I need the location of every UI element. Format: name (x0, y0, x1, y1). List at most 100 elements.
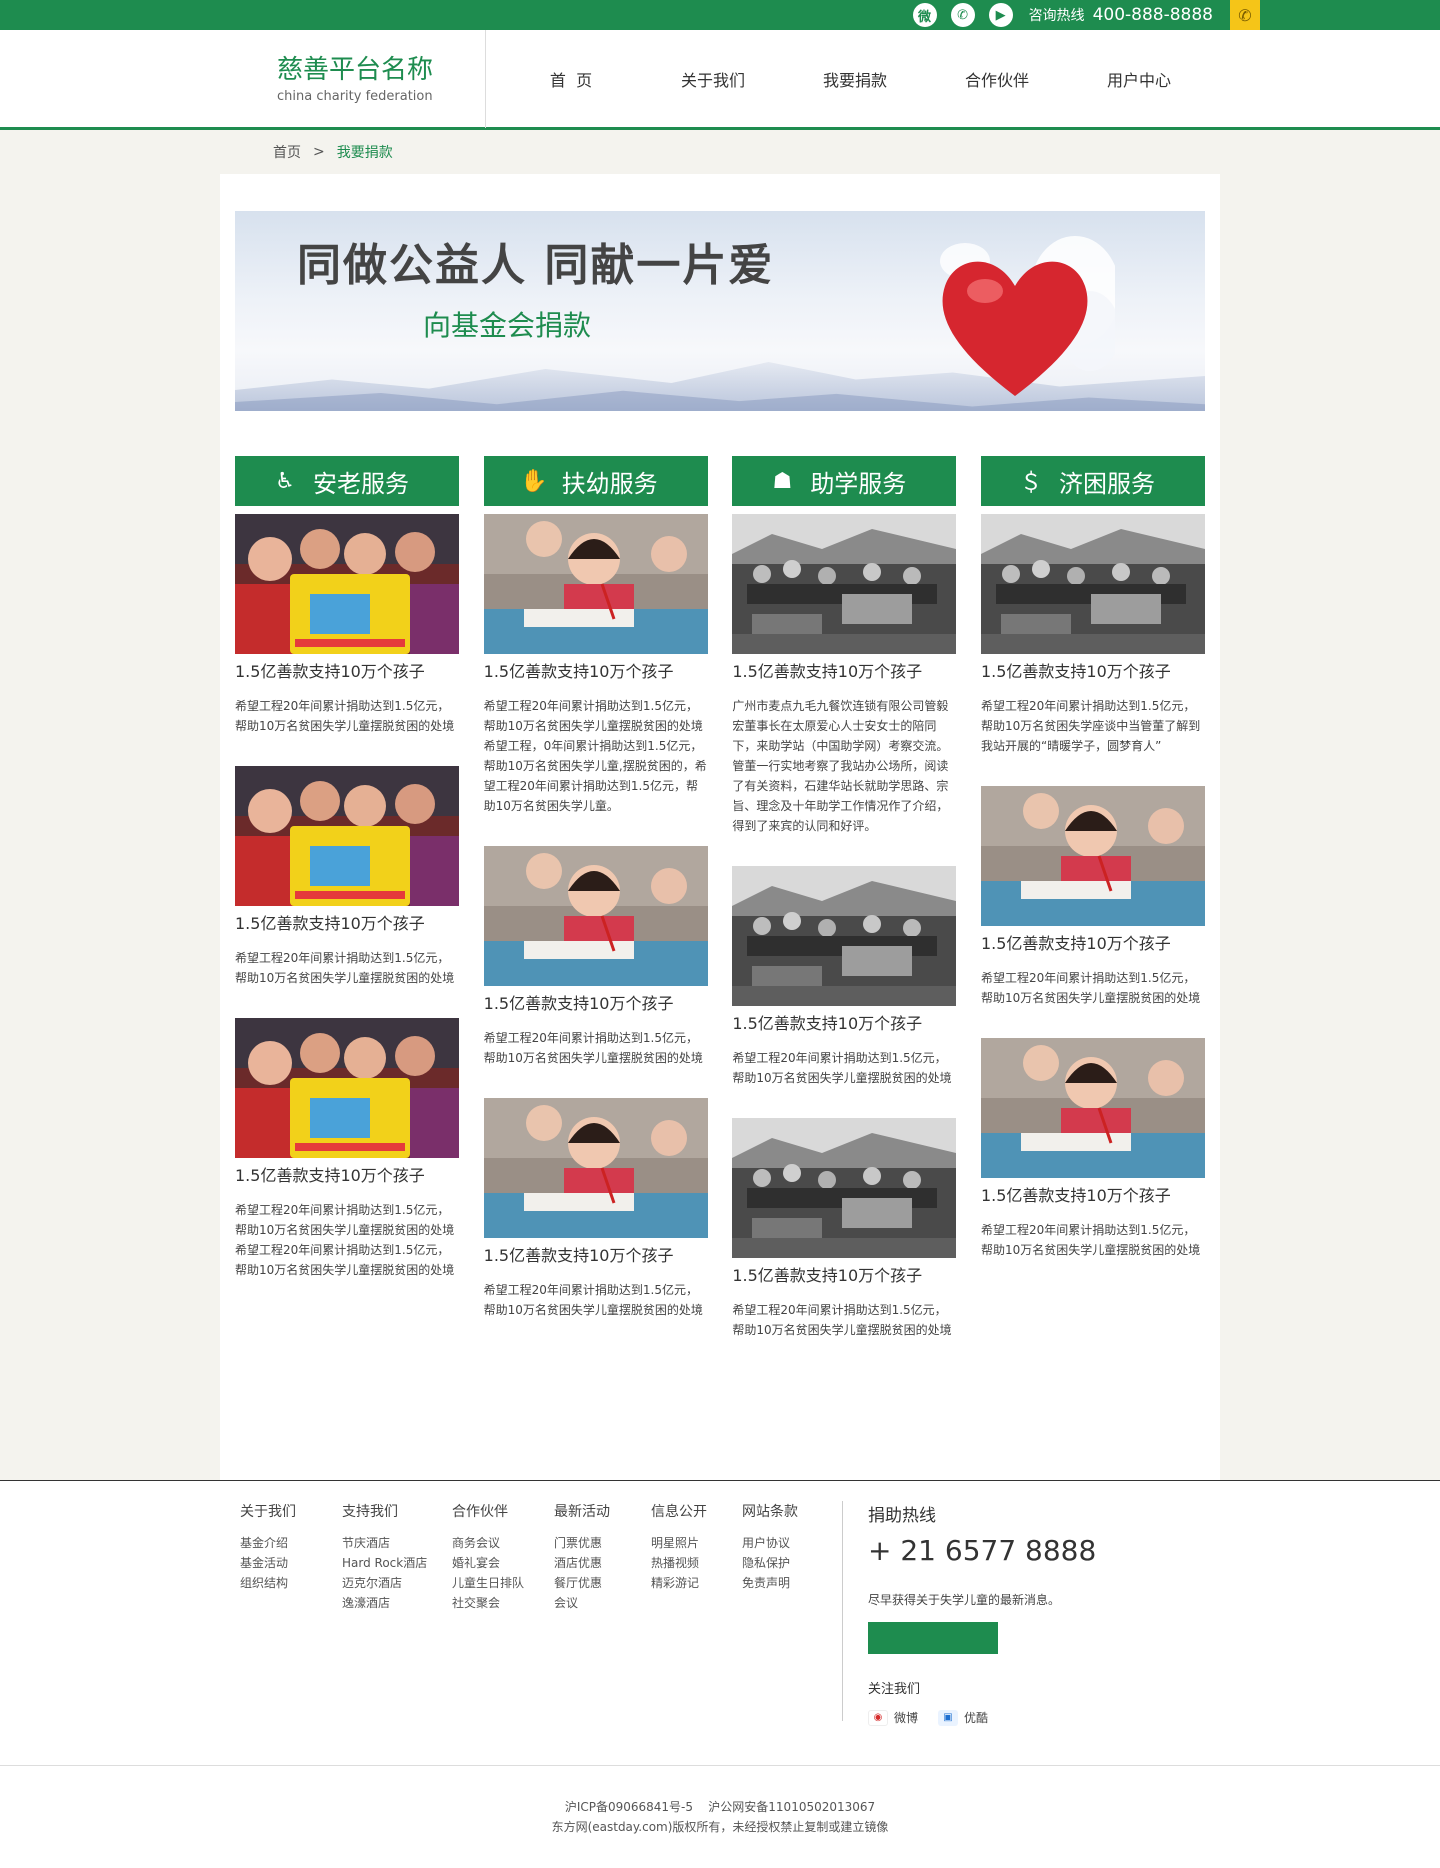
news-photo[interactable] (732, 1118, 957, 1258)
news-title[interactable]: 1.5亿善款支持10万个孩子 (235, 914, 459, 934)
news-description: 希望工程20年间累计捐助达到1.5亿元，帮助10万名贫困失学儿童摆脱贫困的处境 (980, 1223, 1201, 1257)
donation-banner[interactable]: 同做公益人 同献一片爱 向基金会捐款 (235, 211, 1205, 411)
news-photo[interactable] (732, 514, 957, 654)
footer-link[interactable]: 基金活动 (240, 1553, 296, 1573)
nav-about[interactable]: 关于我们 (642, 67, 784, 91)
service-category-header[interactable]: ☗ 助学服务 (732, 456, 957, 506)
footer-link[interactable]: 明星照片 (651, 1533, 707, 1553)
phone-icon[interactable]: ✆ (1230, 0, 1260, 30)
news-title[interactable]: 1.5亿善款支持10万个孩子 (981, 934, 1205, 954)
news-card: 1.5亿善款支持10万个孩子 希望工程20年间累计捐助达到1.5亿元，帮助10万名… (235, 514, 459, 736)
footer-link[interactable]: 隐私保护 (742, 1553, 798, 1573)
service-column: ＄济困服务 1.5亿善款支持10万个孩子 希望工程20年间累计捐助达到1.5亿元，帮… (980, 456, 1205, 1370)
helping-hands-icon: ✋ (519, 468, 548, 494)
footer-column-title: 最新活动 (554, 1504, 610, 1520)
news-photo[interactable] (980, 786, 1205, 926)
student-icon: ☗ (772, 468, 793, 494)
youku-icon: ▣ (938, 1709, 959, 1726)
footer-column-title: 支持我们 (342, 1504, 398, 1520)
news-title[interactable]: 1.5亿善款支持10万个孩子 (732, 662, 956, 682)
copyright-notice: 东方网(eastday.com)版权所有，未经授权禁止复制或建立镜像 (551, 1820, 889, 1834)
footer-link[interactable]: 婚礼宴会 (452, 1553, 524, 1573)
news-card: 1.5亿善款支持10万个孩子希望工程20年间累计捐助达到1.5亿元，帮助10万名… (483, 1098, 708, 1320)
footer-link[interactable]: 餐厅优惠 (554, 1573, 610, 1593)
news-photo[interactable] (483, 1098, 708, 1238)
news-description: 希望工程20年间累计捐助达到1.5亿元，帮助10万名贫困失学儿童摆脱贫困的处境希… (235, 1203, 455, 1277)
footer-link[interactable]: 商务会议 (452, 1533, 524, 1553)
weibo-icon[interactable]: 微 (912, 3, 937, 27)
news-photo[interactable] (235, 1018, 459, 1158)
news-title[interactable]: 1.5亿善款支持10万个孩子 (235, 662, 459, 682)
breadcrumb: 首页 > 我要捐款 (0, 130, 1440, 174)
breadcrumb-home[interactable]: 首页 (273, 142, 301, 162)
footer-link[interactable]: 组织结构 (240, 1573, 296, 1593)
nav-donate[interactable]: 我要捐款 (784, 67, 926, 91)
service-column: ☗ 助学服务 1.5亿善款支持10万个孩子 广州市麦点九毛九餐饮连锁有限公司管毅宏董事… (732, 456, 957, 1370)
service-category-header[interactable]: ✋ 扶幼服务 (483, 456, 708, 506)
news-title[interactable]: 1.5亿善款支持10万个孩子 (484, 994, 708, 1014)
main-content: 同做公益人 同献一片爱 向基金会捐款 ♿ 安老服务 1.5亿善款支持10万个孩子 希望… (220, 174, 1220, 1480)
news-description: 希望工程20年间累计捐助达到1.5亿元，帮助10万名贫困失学儿童摆脱贫困的处境 (235, 951, 455, 985)
footer-link[interactable]: 酒店优惠 (554, 1553, 610, 1573)
wechat-icon[interactable]: ✆ (950, 3, 975, 27)
news-description: 希望工程20年间累计捐助达到1.5亿元，帮助10万名贫困失学儿童摆脱贫困的处境 (483, 1283, 703, 1317)
news-photo[interactable] (235, 766, 459, 906)
footer-link[interactable]: Hard Rock酒店 (342, 1553, 427, 1573)
footer-link[interactable]: 用户协议 (742, 1533, 798, 1553)
footer-link[interactable]: 免责声明 (742, 1573, 798, 1593)
news-description: 希望工程20年间累计捐助达到1.5亿元，帮助10万名贫困失学儿童摆脱贫困的处境 (980, 971, 1201, 1005)
social-links: ◉ 微博 ▣ 优酷 (868, 1709, 1096, 1726)
video-icon[interactable]: ▶ (988, 3, 1013, 27)
news-description: 希望工程20年间累计捐助达到1.5亿元，帮助10万名贫困失学儿童摆脱贫困的处境 (483, 1031, 703, 1065)
nav-partners[interactable]: 合作伙伴 (926, 67, 1068, 91)
footer-link[interactable]: 热播视频 (651, 1553, 707, 1573)
service-column: ✋ 扶幼服务 1.5亿善款支持10万个孩子 希望工程20年间累计捐助达到1.5亿元，帮… (483, 456, 708, 1370)
service-category-header[interactable]: ＄ 济困服务 (980, 456, 1205, 506)
footer-link[interactable]: 基金介绍 (240, 1533, 296, 1553)
news-title[interactable]: 1.5亿善款支持10万个孩子 (235, 1166, 459, 1186)
weibo-icon: ◉ (868, 1709, 888, 1726)
icp-info: 沪ICP备09066841号-5 沪公网安备11010502013067 (564, 1800, 876, 1814)
news-photo[interactable] (483, 846, 708, 986)
news-title[interactable]: 1.5亿善款支持10万个孩子 (484, 1246, 708, 1266)
news-title[interactable]: 1.5亿善款支持10万个孩子 (732, 1014, 956, 1034)
service-category-header[interactable]: ♿ 安老服务 (235, 456, 459, 506)
footer-column-title: 信息公开 (651, 1504, 707, 1520)
news-title[interactable]: 1.5亿善款支持10万个孩子 (732, 1266, 956, 1286)
newsletter-text: 尽早获得关于失学儿童的最新消息。 (868, 1593, 1061, 1607)
footer-link[interactable]: 节庆酒店 (342, 1533, 427, 1553)
news-title[interactable]: 1.5亿善款支持10万个孩子 (981, 1186, 1205, 1206)
footer-link[interactable]: 门票优惠 (554, 1533, 610, 1553)
footer-link[interactable]: 逸濠酒店 (342, 1593, 427, 1613)
news-photo[interactable] (732, 866, 957, 1006)
news-photo[interactable] (980, 514, 1205, 654)
footer-column: 关于我们 基金介绍 基金活动 组织结构 (240, 1501, 296, 1593)
social-youku-link[interactable]: ▣ 优酷 (938, 1709, 988, 1726)
nav-home[interactable]: 首 页 (500, 67, 642, 91)
subscribe-button[interactable] (868, 1622, 998, 1654)
footer-link[interactable]: 精彩游记 (651, 1573, 707, 1593)
news-description: 广州市麦点九毛九餐饮连锁有限公司管毅宏董事长在太原爱心人士安女士的陪同下，来助学… (732, 699, 949, 833)
footer-link[interactable]: 会议 (554, 1593, 610, 1613)
social-weibo-link[interactable]: ◉ 微博 (868, 1709, 918, 1726)
news-photo[interactable] (483, 514, 708, 654)
hotline-title: 捐助热线 (868, 1506, 936, 1526)
footer-link[interactable]: 社交聚会 (452, 1593, 524, 1613)
footer-column-title: 网站条款 (742, 1504, 798, 1520)
follow-us-title: 关注我们 (868, 1682, 921, 1697)
news-photo[interactable] (980, 1038, 1205, 1178)
service-column: ♿ 安老服务 1.5亿善款支持10万个孩子 希望工程20年间累计捐助达到1.5亿元，帮… (235, 456, 459, 1370)
footer-link[interactable]: 迈克尔酒店 (342, 1573, 427, 1593)
news-title[interactable]: 1.5亿善款支持10万个孩子 (981, 662, 1205, 682)
news-photo[interactable] (235, 514, 459, 654)
copyright: 沪ICP备09066841号-5 沪公网安备11010502013067 东方网… (0, 1765, 1440, 1868)
logo[interactable]: 慈善平台名称 china charity federation (277, 56, 433, 104)
news-card: 1.5亿善款支持10万个孩子希望工程20年间累计捐助达到1.5亿元，帮助10万名… (980, 1038, 1205, 1260)
nav-user-center[interactable]: 用户中心 (1068, 67, 1210, 91)
footer-link[interactable]: 儿童生日排队 (452, 1573, 524, 1593)
news-title[interactable]: 1.5亿善款支持10万个孩子 (484, 662, 708, 682)
breadcrumb-separator: > (313, 144, 325, 160)
footer-column-title: 合作伙伴 (452, 1504, 508, 1520)
footer-column: 最新活动门票优惠 酒店优惠 餐厅优惠 会议 (554, 1501, 610, 1613)
logo-english-name: china charity federation (277, 88, 433, 104)
